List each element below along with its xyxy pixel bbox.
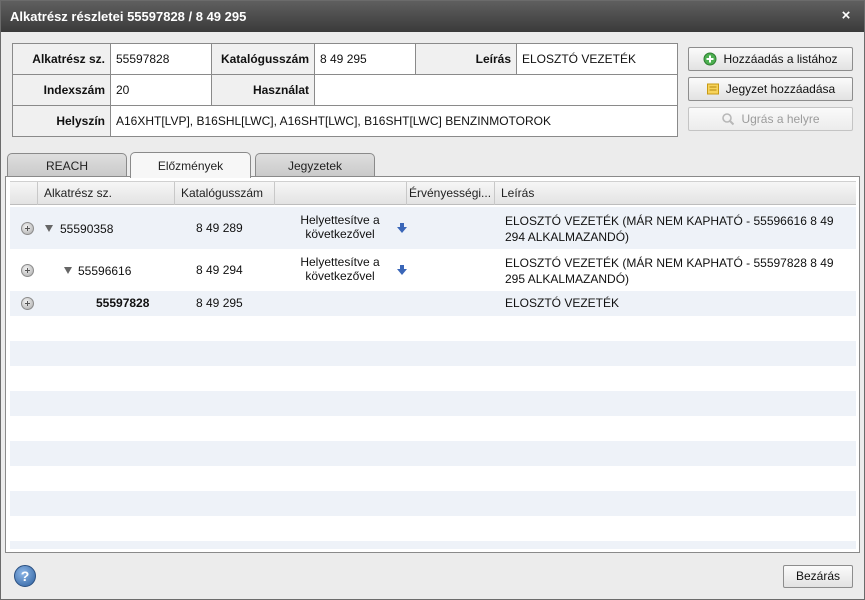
catalog-label: Katalógusszám — [211, 43, 315, 75]
header-part-no[interactable]: Alkatrész sz. — [38, 182, 175, 205]
table-row[interactable]: 55590358 8 49 289 Helyettesítve a követk… — [10, 207, 856, 249]
part-no-label: Alkatrész sz. — [12, 43, 111, 75]
catalog-value: 8 49 295 — [314, 43, 416, 75]
goto-location-button[interactable]: Ugrás a helyre — [688, 107, 853, 131]
expand-plus-icon[interactable] — [21, 222, 34, 235]
description-label: Leírás — [415, 43, 517, 75]
empty-row — [10, 366, 856, 391]
arrow-down-icon — [397, 223, 407, 233]
grid-header: Alkatrész sz. Katalógusszám Érvényességi… — [10, 181, 856, 205]
window-title: Alkatrész részletei 55597828 / 8 49 295 — [10, 9, 247, 24]
row-part-no: 55590358 — [60, 222, 114, 236]
row-action: Helyettesítve a következővel — [300, 213, 380, 241]
location-value: A16XHT[LVP], B16SHL[LWC], A16SHT[LWC], B… — [110, 105, 678, 137]
footer-bar — [1, 556, 864, 599]
table-row[interactable]: 55597828 8 49 295 ELOSZTÓ VEZETÉK — [10, 291, 856, 316]
empty-row — [10, 541, 856, 549]
description-value: ELOSZTÓ VEZETÉK — [516, 43, 678, 75]
collapse-triangle-icon[interactable] — [64, 267, 72, 274]
empty-row — [10, 316, 856, 341]
header-description[interactable]: Leírás — [495, 182, 856, 205]
empty-row — [10, 341, 856, 366]
part-details-dialog: Alkatrész részletei 55597828 / 8 49 295 … — [0, 0, 865, 600]
header-expander — [10, 182, 38, 205]
row-catalog: 8 49 294 — [196, 263, 243, 277]
empty-row — [10, 466, 856, 491]
header-validity[interactable]: Érvényességi... — [407, 182, 495, 205]
close-icon[interactable]: × — [838, 8, 854, 24]
add-to-list-button[interactable]: Hozzáadás a listához — [688, 47, 853, 71]
magnifier-icon — [722, 113, 735, 126]
goto-location-label: Ugrás a helyre — [741, 112, 820, 126]
row-catalog: 8 49 295 — [196, 296, 243, 310]
history-panel: Alkatrész sz. Katalógusszám Érvényességi… — [5, 176, 860, 553]
title-bar: Alkatrész részletei 55597828 / 8 49 295 … — [1, 1, 864, 32]
part-no-value: 55597828 — [110, 43, 212, 75]
part-info-table: Alkatrész sz. 55597828 Katalógusszám 8 4… — [12, 43, 678, 137]
row-part-no: 55596616 — [78, 264, 132, 278]
row-description: ELOSZTÓ VEZETÉK (MÁR NEM KAPHATÓ - 55597… — [505, 256, 834, 286]
row-description: ELOSZTÓ VEZETÉK — [505, 296, 620, 310]
empty-row — [10, 516, 856, 541]
header-catalog[interactable]: Katalógusszám — [175, 182, 275, 205]
empty-row — [10, 416, 856, 441]
row-catalog: 8 49 289 — [196, 221, 243, 235]
tab-notes[interactable]: Jegyzetek — [255, 153, 375, 177]
table-row[interactable]: 55596616 8 49 294 Helyettesítve a követk… — [10, 249, 856, 291]
index-label: Indexszám — [12, 74, 111, 106]
arrow-down-icon — [397, 265, 407, 275]
note-icon — [706, 83, 719, 95]
index-value: 20 — [110, 74, 212, 106]
location-label: Helyszín — [12, 105, 111, 137]
empty-row — [10, 441, 856, 466]
help-icon[interactable]: ? — [14, 565, 36, 587]
add-to-list-label: Hozzáadás a listához — [723, 52, 838, 66]
expand-plus-icon[interactable] — [21, 297, 34, 310]
row-part-no: 55597828 — [96, 296, 150, 310]
tab-reach[interactable]: REACH — [7, 153, 127, 177]
add-circle-icon — [703, 52, 717, 66]
close-button[interactable]: Bezárás — [783, 565, 853, 588]
empty-row — [10, 491, 856, 516]
header-action[interactable] — [275, 182, 407, 205]
collapse-triangle-icon[interactable] — [45, 225, 53, 232]
row-description: ELOSZTÓ VEZETÉK (MÁR NEM KAPHATÓ - 55596… — [505, 214, 834, 244]
add-note-button[interactable]: Jegyzet hozzáadása — [688, 77, 853, 101]
add-note-label: Jegyzet hozzáadása — [725, 82, 836, 96]
empty-row — [10, 391, 856, 416]
usage-label: Használat — [211, 74, 315, 106]
row-action: Helyettesítve a következővel — [300, 255, 380, 283]
expand-plus-icon[interactable] — [21, 264, 34, 277]
tab-history[interactable]: Előzmények — [130, 152, 251, 178]
usage-value — [314, 74, 678, 106]
